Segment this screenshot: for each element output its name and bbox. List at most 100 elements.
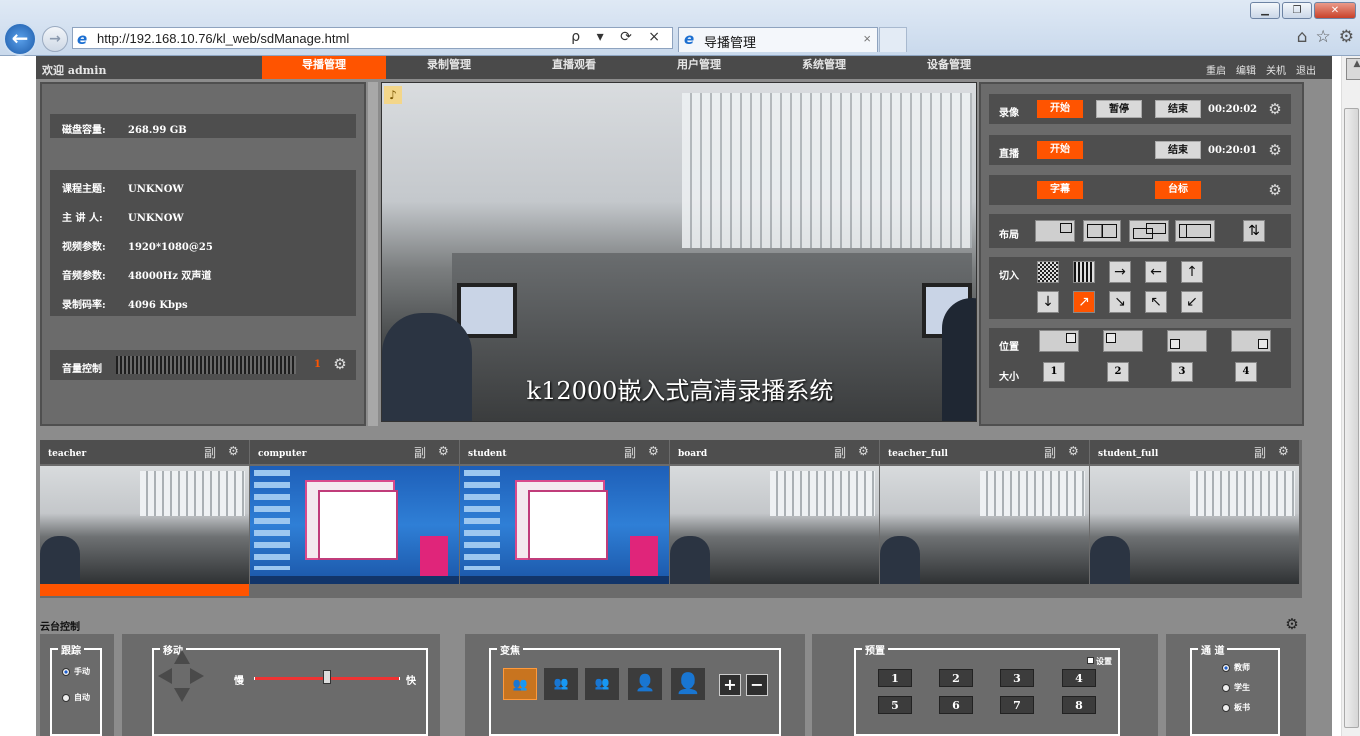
thumb-gear-icon[interactable]: ⚙ [648,444,659,458]
layout-grid-button[interactable] [1175,220,1215,242]
thumb-video[interactable] [250,466,459,584]
thumb-video[interactable] [670,466,879,584]
ptz-gear-icon[interactable]: ⚙ [1284,616,1300,632]
menu-director[interactable]: 导播管理 [262,56,386,79]
thumb-video[interactable] [880,466,1089,584]
link-logout[interactable]: 退出 [1296,62,1316,77]
thumb-gear-icon[interactable]: ⚙ [228,444,239,458]
live-gear-icon[interactable]: ⚙ [1267,142,1283,158]
page-scrollbar[interactable]: ▲ [1341,56,1360,736]
layout-split-button[interactable] [1083,220,1121,242]
source-thumb-student_full[interactable]: student_full 副 ⚙ [1090,440,1299,598]
move-right-icon[interactable] [190,668,204,684]
back-button-icon[interactable]: ← [3,22,37,56]
thumb-gear-icon[interactable]: ⚙ [1278,444,1289,458]
record-gear-icon[interactable]: ⚙ [1267,101,1283,117]
zoom-out-button[interactable]: − [746,674,768,696]
thumb-gear-icon[interactable]: ⚙ [438,444,449,458]
secondary-source-button[interactable]: 副 [1044,444,1056,461]
menu-devices[interactable]: 设备管理 [887,56,1011,79]
menu-live[interactable]: 直播观看 [512,56,636,79]
preset-5-button[interactable]: 5 [878,696,912,714]
minimize-icon[interactable]: ▁ [1250,2,1280,19]
transition-downleft-icon[interactable]: ↙ [1181,291,1203,313]
home-icon[interactable]: ⌂ [1297,27,1308,47]
logo-button[interactable]: 台标 [1155,181,1201,199]
link-edit[interactable]: 编辑 [1236,62,1256,77]
secondary-source-button[interactable]: 副 [1254,444,1266,461]
secondary-source-button[interactable]: 副 [834,444,846,461]
zoom-group-large-icon[interactable]: 👥 [503,668,537,700]
preset-1-button[interactable]: 1 [878,669,912,687]
position-top-right[interactable] [1039,330,1079,352]
move-down-icon[interactable] [174,688,190,702]
record-stop-button[interactable]: 结束 [1155,100,1201,118]
zoom-group-icon[interactable]: 👥 [544,668,578,700]
transition-upleft-icon[interactable]: ↖ [1145,291,1167,313]
transition-downright-icon[interactable]: ↘ [1109,291,1131,313]
position-bottom-right[interactable] [1231,330,1271,352]
zoom-single-large-icon[interactable]: 👤 [671,668,705,700]
source-thumb-teacher_full[interactable]: teacher_full 副 ⚙ [880,440,1089,598]
layout-pip-button[interactable] [1035,220,1075,242]
source-thumb-teacher[interactable]: teacher 副 ⚙ [40,440,249,598]
main-preview[interactable]: k12000嵌入式高清录播系统 [381,82,977,422]
thumb-gear-icon[interactable]: ⚙ [1068,444,1079,458]
forward-button-icon[interactable]: → [42,26,68,52]
thumb-video[interactable] [460,466,669,584]
subtitle-button[interactable]: 字幕 [1037,181,1083,199]
preview-audio-icon[interactable]: ♪ [384,86,402,104]
link-restart[interactable]: 重启 [1206,62,1226,77]
transition-dissolve-icon[interactable] [1037,261,1059,283]
size-button-4[interactable]: 4 [1235,362,1257,382]
position-top-left[interactable] [1103,330,1143,352]
overlay-gear-icon[interactable]: ⚙ [1267,182,1283,198]
record-start-button[interactable]: 开始 [1037,100,1083,118]
move-up-icon[interactable] [174,650,190,664]
preset-3-button[interactable]: 3 [1000,669,1034,687]
live-start-button[interactable]: 开始 [1037,141,1083,159]
source-thumb-student[interactable]: student 副 ⚙ [460,440,669,598]
zoom-in-button[interactable]: + [719,674,741,696]
zoom-single-small-icon[interactable]: 👤 [628,668,662,700]
volume-gear-icon[interactable]: ⚙ [332,356,348,372]
speed-slider-thumb[interactable] [323,670,331,684]
new-tab-button[interactable] [879,27,907,52]
favorites-star-icon[interactable]: ☆ [1316,27,1331,47]
browser-tab[interactable]: e 导播管理 × [678,27,878,52]
transition-left-icon[interactable]: ← [1145,261,1167,283]
source-thumb-board[interactable]: board 副 ⚙ [670,440,879,598]
size-button-3[interactable]: 3 [1171,362,1193,382]
live-stop-button[interactable]: 结束 [1155,141,1201,159]
secondary-source-button[interactable]: 副 [204,444,216,461]
menu-record[interactable]: 录制管理 [387,56,511,79]
transition-stripes-icon[interactable] [1073,261,1095,283]
scroll-up-icon[interactable]: ▲ [1346,58,1360,80]
source-thumb-computer[interactable]: computer 副 ⚙ [250,440,459,598]
maximize-icon[interactable]: ❐ [1282,2,1312,19]
address-bar[interactable]: e http://192.168.10.76/kl_web/sdManage.h… [72,27,673,49]
position-bottom-left[interactable] [1167,330,1207,352]
move-left-icon[interactable] [158,668,172,684]
size-button-1[interactable]: 1 [1043,362,1065,382]
secondary-source-button[interactable]: 副 [624,444,636,461]
thumb-gear-icon[interactable]: ⚙ [858,444,869,458]
scrollbar-thumb[interactable] [1344,108,1359,728]
swap-icon[interactable]: ⇅ [1243,220,1265,242]
transition-down-icon[interactable]: ↓ [1037,291,1059,313]
thumb-video[interactable] [1090,466,1299,584]
channel-teacher-radio[interactable]: 教师 [1222,662,1250,673]
channel-board-radio[interactable]: 板书 [1222,702,1250,713]
preset-2-button[interactable]: 2 [939,669,973,687]
address-tools-icons[interactable]: ρ ▾ ⟳ × [571,29,666,45]
menu-users[interactable]: 用户管理 [637,56,761,79]
transition-upright-icon[interactable]: ↗ [1073,291,1095,313]
size-button-2[interactable]: 2 [1107,362,1129,382]
secondary-source-button[interactable]: 副 [414,444,426,461]
transition-up-icon[interactable]: ↑ [1181,261,1203,283]
layout-overlap-button[interactable] [1129,220,1169,242]
menu-system[interactable]: 系统管理 [762,56,886,79]
settings-gear-icon[interactable]: ⚙ [1339,27,1354,47]
link-shutdown[interactable]: 关机 [1266,62,1286,77]
track-auto-radio[interactable]: 自动 [62,692,90,703]
